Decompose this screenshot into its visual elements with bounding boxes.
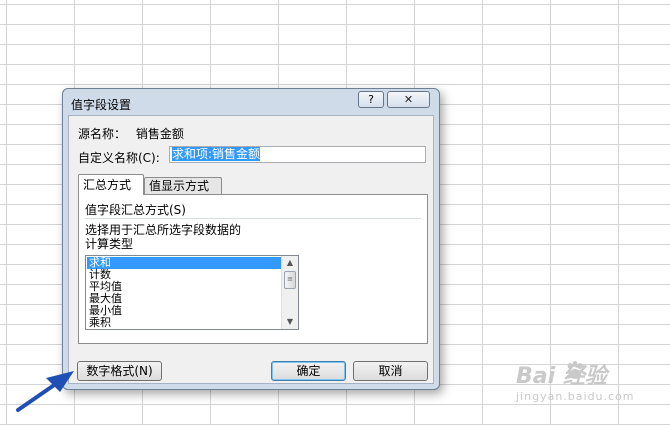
- paw-icon: [567, 361, 583, 379]
- tab-summarize-by[interactable]: 汇总方式: [78, 174, 144, 195]
- watermark-main-text: Bai 经验: [516, 364, 607, 389]
- watermark-sub-text: jingyan.baidu.com: [516, 390, 635, 403]
- baidu-jingyan-watermark: Bai 经验 jingyan.baidu.com: [516, 358, 656, 408]
